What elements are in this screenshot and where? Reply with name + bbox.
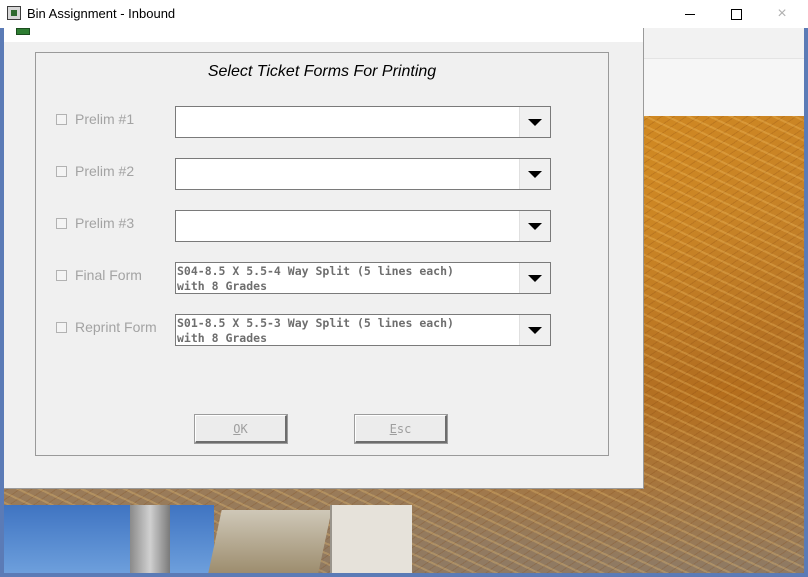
- final-form-dropdown-button[interactable]: [519, 263, 550, 293]
- maximize-button[interactable]: [713, 0, 759, 28]
- prelim-1-checkbox[interactable]: Prelim #1: [56, 111, 176, 127]
- close-icon: ×: [777, 5, 787, 22]
- chevron-down-icon: [528, 274, 542, 282]
- ok-button[interactable]: OK: [194, 414, 288, 444]
- background-photo-trailer: [208, 510, 332, 573]
- prelim-3-checkbox[interactable]: Prelim #3: [56, 215, 176, 231]
- reprint-form-dropdown-button[interactable]: [519, 315, 550, 345]
- reprint-form-dropdown[interactable]: S01-8.5 X 5.5-3 Way Split (5 lines each)…: [175, 314, 551, 346]
- minimize-icon: [685, 13, 695, 15]
- app-icon: [7, 6, 21, 20]
- prelim-1-label: Prelim #1: [75, 111, 135, 127]
- window-border-right: [804, 28, 808, 577]
- prelim-3-dropdown-button[interactable]: [519, 211, 550, 241]
- chevron-down-icon: [528, 326, 542, 334]
- final-form-dropdown[interactable]: S04-8.5 X 5.5-4 Way Split (5 lines each)…: [175, 262, 551, 294]
- close-button[interactable]: ×: [759, 0, 805, 28]
- prelim-2-dropdown[interactable]: [175, 158, 551, 190]
- esc-button-mnemonic: E: [389, 421, 397, 436]
- window-border-bottom: [0, 573, 808, 577]
- maximize-icon: [730, 8, 742, 20]
- dialog-heading: Select Ticket Forms For Printing: [207, 63, 437, 80]
- ticket-forms-dialog: Select Ticket Forms For Printing Prelim …: [4, 28, 644, 489]
- checkbox-icon: [56, 269, 67, 281]
- background-photo-silo: [130, 505, 170, 573]
- chevron-down-icon: [528, 118, 542, 126]
- ok-button-label: K: [240, 421, 248, 436]
- prelim-1-dropdown-button[interactable]: [519, 107, 550, 137]
- prelim-3-dropdown[interactable]: [175, 210, 551, 242]
- window-title: Bin Assignment - Inbound: [27, 6, 176, 21]
- dialog-app-icon: [16, 28, 30, 35]
- chevron-down-icon: [528, 222, 542, 230]
- checkbox-icon: [56, 113, 67, 125]
- reprint-form-checkbox[interactable]: Reprint Form: [56, 319, 176, 335]
- esc-button[interactable]: Esc: [354, 414, 448, 444]
- dialog-header-strip: [4, 28, 643, 42]
- final-form-label: Final Form: [75, 267, 142, 283]
- prelim-2-checkbox[interactable]: Prelim #2: [56, 163, 176, 179]
- prelim-2-label: Prelim #2: [75, 163, 135, 179]
- prelim-2-dropdown-button[interactable]: [519, 159, 550, 189]
- checkbox-icon: [56, 321, 67, 333]
- esc-button-label: sc: [396, 421, 412, 436]
- final-form-checkbox[interactable]: Final Form: [56, 267, 176, 283]
- ok-button-mnemonic: O: [233, 421, 241, 436]
- background-photo-building: [330, 505, 412, 573]
- forms-group-box: Select Ticket Forms For Printing Prelim …: [35, 52, 609, 456]
- reprint-form-value: S01-8.5 X 5.5-3 Way Split (5 lines each)…: [177, 316, 454, 345]
- final-form-value: S04-8.5 X 5.5-4 Way Split (5 lines each)…: [177, 264, 454, 293]
- chevron-down-icon: [528, 170, 542, 178]
- checkbox-icon: [56, 217, 67, 229]
- background-photo-sky: [4, 505, 214, 573]
- prelim-1-dropdown[interactable]: [175, 106, 551, 138]
- title-bar: Bin Assignment - Inbound ×: [0, 0, 808, 28]
- prelim-3-label: Prelim #3: [75, 215, 135, 231]
- reprint-form-label: Reprint Form: [75, 319, 157, 335]
- checkbox-icon: [56, 165, 67, 177]
- minimize-button[interactable]: [667, 0, 713, 28]
